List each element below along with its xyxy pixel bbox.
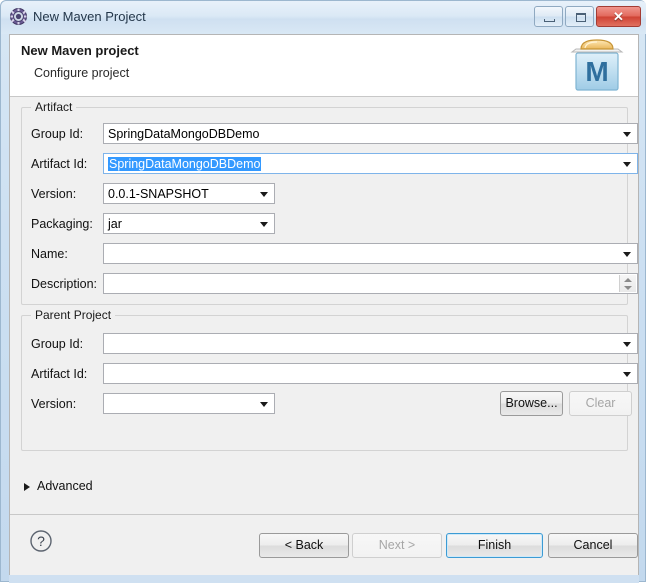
artifact-name-input[interactable] bbox=[103, 243, 638, 264]
dialog-footer: ? < Back Next > Finish Cancel bbox=[10, 514, 638, 575]
window-title: New Maven Project bbox=[33, 9, 146, 24]
page-subtitle: Configure project bbox=[34, 66, 130, 80]
parent-version-input[interactable] bbox=[103, 393, 275, 414]
maven-gear-icon bbox=[10, 8, 27, 25]
artifact-group-legend: Artifact bbox=[31, 100, 77, 114]
wizard-header: New Maven project Configure project M bbox=[10, 35, 638, 97]
chevron-down-icon[interactable] bbox=[623, 132, 631, 137]
artifact-description-input[interactable] bbox=[103, 273, 638, 294]
svg-text:?: ? bbox=[37, 533, 45, 549]
dialog-body: New Maven project Configure project M Ar… bbox=[9, 34, 639, 575]
page-title: New Maven project bbox=[21, 43, 139, 58]
browse-button[interactable]: Browse... bbox=[500, 391, 563, 416]
clear-button[interactable]: Clear bbox=[569, 391, 632, 416]
artifact-packaging-label: Packaging: bbox=[31, 217, 93, 231]
maven-m-logo: M bbox=[566, 37, 628, 94]
wizard-content: Artifact Group Id: SpringDataMongoDBDemo… bbox=[10, 97, 638, 514]
back-button[interactable]: < Back bbox=[259, 533, 349, 558]
artifact-description-label: Description: bbox=[31, 277, 97, 291]
scroll-up-icon[interactable] bbox=[624, 278, 632, 282]
chevron-down-icon[interactable] bbox=[260, 402, 268, 407]
cancel-button[interactable]: Cancel bbox=[548, 533, 638, 558]
artifact-version-input[interactable]: 0.0.1-SNAPSHOT bbox=[103, 183, 275, 204]
minimize-icon bbox=[544, 19, 555, 22]
artifact-version-label: Version: bbox=[31, 187, 77, 201]
artifact-artifact-id-value: SpringDataMongoDBDemo bbox=[108, 157, 262, 171]
maximize-button[interactable] bbox=[565, 6, 594, 27]
chevron-down-icon[interactable] bbox=[623, 342, 631, 347]
chevron-down-icon[interactable] bbox=[623, 252, 631, 257]
next-button[interactable]: Next > bbox=[352, 533, 442, 558]
parent-group-id-label: Group Id: bbox=[31, 337, 84, 351]
title-bar[interactable]: New Maven Project ✕ bbox=[1, 1, 646, 34]
artifact-group-id-label: Group Id: bbox=[31, 127, 84, 141]
artifact-packaging-value: jar bbox=[108, 217, 122, 231]
svg-text:M: M bbox=[585, 56, 608, 87]
chevron-down-icon[interactable] bbox=[623, 162, 631, 167]
parent-artifact-id-label: Artifact Id: bbox=[31, 367, 88, 381]
question-mark-icon[interactable]: ? bbox=[29, 529, 53, 553]
maximize-icon bbox=[576, 13, 586, 22]
dialog-window: New Maven Project ✕ New Maven project Co… bbox=[0, 0, 646, 583]
parent-project-legend: Parent Project bbox=[31, 308, 116, 322]
artifact-artifact-id-input[interactable]: SpringDataMongoDBDemo bbox=[103, 153, 638, 174]
chevron-down-icon[interactable] bbox=[260, 222, 268, 227]
artifact-group-id-input[interactable]: SpringDataMongoDBDemo bbox=[103, 123, 638, 144]
advanced-label: Advanced bbox=[37, 479, 93, 493]
artifact-artifact-id-label: Artifact Id: bbox=[31, 157, 88, 171]
close-icon: ✕ bbox=[613, 9, 624, 24]
artifact-packaging-input[interactable]: jar bbox=[103, 213, 275, 234]
minimize-button[interactable] bbox=[534, 6, 563, 27]
description-scroll-arrows[interactable] bbox=[619, 275, 636, 292]
chevron-right-icon bbox=[24, 483, 30, 491]
artifact-version-value: 0.0.1-SNAPSHOT bbox=[108, 187, 209, 201]
scroll-down-icon[interactable] bbox=[624, 286, 632, 290]
chevron-down-icon[interactable] bbox=[260, 192, 268, 197]
chevron-down-icon[interactable] bbox=[623, 372, 631, 377]
parent-version-label: Version: bbox=[31, 397, 77, 411]
finish-button[interactable]: Finish bbox=[446, 533, 543, 558]
close-button[interactable]: ✕ bbox=[596, 6, 641, 27]
advanced-expander[interactable]: Advanced bbox=[24, 479, 144, 495]
artifact-name-label: Name: bbox=[31, 247, 68, 261]
parent-artifact-id-input[interactable] bbox=[103, 363, 638, 384]
artifact-group-id-value: SpringDataMongoDBDemo bbox=[108, 127, 260, 141]
parent-group-id-input[interactable] bbox=[103, 333, 638, 354]
window-controls: ✕ bbox=[534, 6, 641, 27]
